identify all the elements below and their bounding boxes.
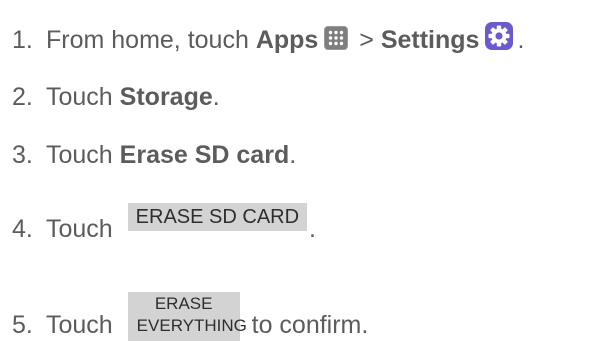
step-number: 2. — [12, 83, 33, 111]
storage-label: Storage — [119, 83, 213, 111]
erase-sd-card-button[interactable]: ERASE SD CARD — [127, 203, 308, 231]
step-end: . — [517, 26, 525, 54]
step-end: . — [309, 215, 316, 243]
erase-sd-card-label: Erase SD card — [119, 141, 290, 169]
step-5: 5. Touch ERASE EVERYTHING to confirm. — [12, 292, 369, 343]
step-number: 5. — [12, 311, 33, 339]
step-number: 4. — [12, 215, 33, 243]
step-3: 3. Touch Erase SD card. — [12, 140, 296, 170]
step-number: 1. — [12, 26, 33, 54]
erase-everything-line1: ERASE — [154, 294, 213, 313]
step-text: Touch — [46, 141, 120, 169]
step-end: . — [212, 83, 220, 111]
apps-label: Apps — [255, 26, 319, 54]
step-text: From home, touch — [46, 26, 256, 54]
instruction-steps: 1. From home, touch Apps > Settings. 2. To… — [0, 0, 608, 341]
step-text: Touch — [46, 215, 120, 243]
settings-gear-icon — [485, 22, 514, 57]
erase-everything-line2: EVERYTHING — [136, 316, 247, 335]
step-text: Touch — [46, 311, 120, 339]
step-1: 1. From home, touch Apps > Settings. — [12, 22, 524, 57]
step-4: 4. Touch ERASE SD CARD. — [12, 203, 316, 245]
step-number: 3. — [12, 141, 33, 169]
separator: > — [352, 26, 381, 54]
step-end: . — [289, 141, 297, 169]
step-end: to confirm. — [244, 311, 369, 339]
apps-grid-icon — [324, 26, 349, 57]
erase-everything-button[interactable]: ERASE EVERYTHING — [127, 292, 247, 341]
settings-label: Settings — [380, 26, 480, 54]
step-text: Touch — [46, 83, 120, 111]
step-2: 2. Touch Storage. — [12, 82, 220, 112]
